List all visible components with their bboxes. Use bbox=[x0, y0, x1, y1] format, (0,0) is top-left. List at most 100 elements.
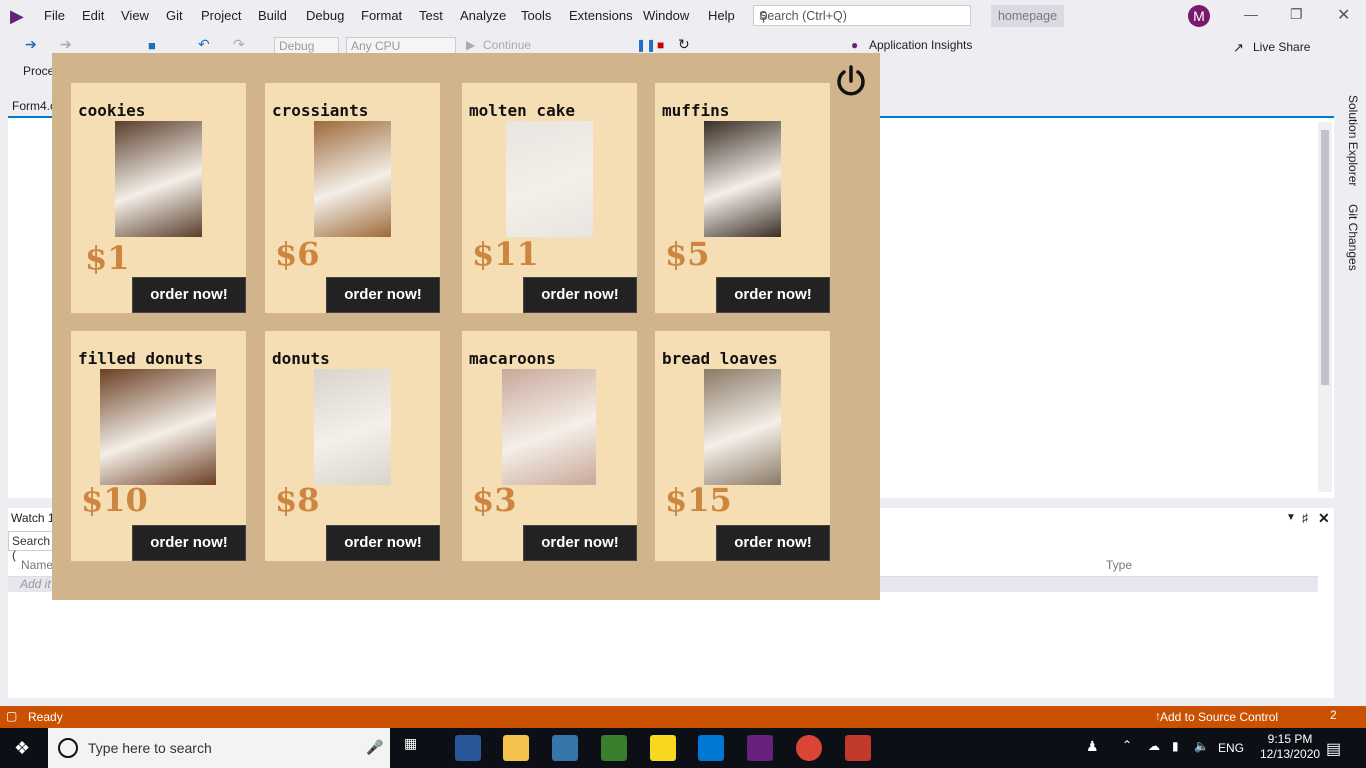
column-name: Name bbox=[21, 558, 54, 572]
order-now-button[interactable]: order now! bbox=[716, 277, 830, 313]
process-label: Proce bbox=[23, 64, 55, 78]
close-icon[interactable]: ✕ bbox=[1337, 5, 1350, 25]
file-explorer-icon[interactable] bbox=[503, 735, 529, 761]
store-icon[interactable] bbox=[455, 735, 481, 761]
forward-icon[interactable]: ➔ bbox=[60, 36, 72, 53]
product-image bbox=[100, 369, 216, 485]
menu-analyze[interactable]: Analyze bbox=[460, 8, 506, 23]
menu-view[interactable]: View bbox=[121, 8, 149, 23]
product-card: bread loaves $15 order now! bbox=[655, 331, 830, 561]
watch-title[interactable]: Watch 1 bbox=[11, 511, 55, 525]
product-price: $8 bbox=[275, 481, 320, 519]
tab-git-changes[interactable]: Git Changes bbox=[1346, 204, 1360, 271]
product-card: cookies $1 order now! bbox=[71, 83, 246, 313]
product-image bbox=[314, 369, 391, 485]
editor-scroll-thumb[interactable] bbox=[1321, 130, 1329, 385]
menu-help[interactable]: Help bbox=[708, 8, 735, 23]
menu-build[interactable]: Build bbox=[258, 8, 287, 23]
menu-project[interactable]: Project bbox=[201, 8, 241, 23]
menu-file[interactable]: File bbox=[44, 8, 65, 23]
product-name: crossiants bbox=[272, 101, 369, 120]
task-view-icon[interactable]: ▦ bbox=[404, 735, 430, 761]
app-insights-button[interactable]: Application Insights bbox=[869, 38, 972, 52]
product-image bbox=[314, 121, 391, 237]
live-share-button[interactable]: Live Share bbox=[1253, 40, 1310, 54]
undo-icon[interactable]: ↶ bbox=[198, 36, 210, 53]
volume-icon[interactable]: 🔈 bbox=[1194, 739, 1209, 753]
clock[interactable]: 9:15 PM 12/13/2020 bbox=[1260, 732, 1320, 762]
back-icon[interactable]: ➔ bbox=[25, 36, 37, 53]
order-now-button[interactable]: order now! bbox=[132, 525, 246, 561]
product-price: $11 bbox=[472, 235, 539, 273]
menu-test[interactable]: Test bbox=[419, 8, 443, 23]
product-card: molten cake $11 order now! bbox=[462, 83, 637, 313]
product-image bbox=[506, 121, 593, 237]
add-to-source-control[interactable]: Add to Source Control bbox=[1160, 710, 1278, 724]
product-image bbox=[704, 369, 781, 485]
network-icon[interactable]: ☁ bbox=[1148, 739, 1160, 753]
tray-chevron-icon[interactable]: ⌃ bbox=[1122, 738, 1132, 752]
restart-icon[interactable]: ↻ bbox=[678, 36, 690, 53]
restore-icon[interactable]: ❐ bbox=[1290, 6, 1303, 23]
product-name: muffins bbox=[662, 101, 730, 120]
product-card: muffins $5 order now! bbox=[655, 83, 830, 313]
windows-start-icon[interactable]: ❖ bbox=[14, 738, 30, 759]
battery-icon[interactable]: ▮ bbox=[1172, 739, 1179, 753]
order-now-button[interactable]: order now! bbox=[132, 277, 246, 313]
microphone-icon[interactable]: 🎤 bbox=[366, 739, 383, 756]
tab-solution-explorer[interactable]: Solution Explorer bbox=[1346, 95, 1360, 186]
product-price: $1 bbox=[85, 239, 130, 277]
continue-button[interactable]: Continue bbox=[483, 38, 531, 52]
menu-window[interactable]: Window bbox=[643, 8, 689, 23]
avatar[interactable]: M bbox=[1188, 5, 1210, 27]
product-name: donuts bbox=[272, 349, 330, 368]
taskbar-search-text: Type here to search bbox=[88, 740, 212, 756]
minimize-icon[interactable]: — bbox=[1244, 6, 1258, 22]
watch-search-input[interactable]: Search ( bbox=[8, 531, 58, 562]
menu-format[interactable]: Format bbox=[361, 8, 402, 23]
product-image bbox=[115, 121, 202, 237]
order-now-button[interactable]: order now! bbox=[523, 525, 637, 561]
status-icon: ▢ bbox=[6, 709, 18, 723]
live-share-icon: ↗ bbox=[1233, 40, 1244, 55]
power-icon[interactable] bbox=[834, 64, 868, 98]
continue-icon: ▶ bbox=[466, 38, 476, 52]
panel-close-icon[interactable]: ✕ bbox=[1318, 510, 1330, 527]
action-center-icon[interactable]: ▤ bbox=[1326, 739, 1341, 759]
product-price: $6 bbox=[275, 235, 320, 273]
save-icon[interactable]: ■ bbox=[148, 38, 156, 53]
pause-icon[interactable]: ❚❚ bbox=[636, 38, 656, 52]
order-now-button[interactable]: order now! bbox=[523, 277, 637, 313]
search-input[interactable]: Search (Ctrl+Q) ⚲ bbox=[753, 5, 971, 26]
visual-studio-logo-icon: ▶ bbox=[10, 6, 24, 26]
pin-icon[interactable]: ♯ bbox=[1302, 511, 1308, 525]
menu-extensions[interactable]: Extensions bbox=[569, 8, 633, 23]
column-type: Type bbox=[1106, 558, 1133, 572]
menu-debug[interactable]: Debug bbox=[306, 8, 344, 23]
app-icon[interactable] bbox=[601, 735, 627, 761]
product-name: cookies bbox=[78, 101, 146, 120]
visual-studio-icon[interactable] bbox=[747, 735, 773, 761]
watch-add-item[interactable]: Add it bbox=[20, 577, 51, 591]
menu-edit[interactable]: Edit bbox=[82, 8, 104, 23]
stop-icon[interactable]: ■ bbox=[657, 38, 664, 52]
menu-tools[interactable]: Tools bbox=[521, 8, 551, 23]
vscode-icon[interactable] bbox=[698, 735, 724, 761]
menu-git[interactable]: Git bbox=[166, 8, 183, 23]
chrome-icon[interactable] bbox=[796, 735, 822, 761]
solution-name-badge: homepage bbox=[991, 5, 1064, 27]
python-icon[interactable] bbox=[552, 735, 578, 761]
language-indicator[interactable]: ENG bbox=[1218, 741, 1244, 755]
product-price: $3 bbox=[472, 481, 517, 519]
notifications-badge[interactable]: 2 bbox=[1330, 708, 1337, 722]
dropdown-icon[interactable]: ▼ bbox=[1286, 512, 1296, 523]
sticky-notes-icon[interactable] bbox=[650, 735, 676, 761]
document-tab[interactable]: Form4.c bbox=[12, 99, 56, 113]
people-icon[interactable]: ♟ bbox=[1086, 738, 1099, 755]
redo-icon[interactable]: ↷ bbox=[233, 36, 245, 53]
product-price: $5 bbox=[665, 235, 710, 273]
order-now-button[interactable]: order now! bbox=[326, 525, 440, 561]
running-form-icon[interactable] bbox=[845, 735, 871, 761]
order-now-button[interactable]: order now! bbox=[716, 525, 830, 561]
order-now-button[interactable]: order now! bbox=[326, 277, 440, 313]
